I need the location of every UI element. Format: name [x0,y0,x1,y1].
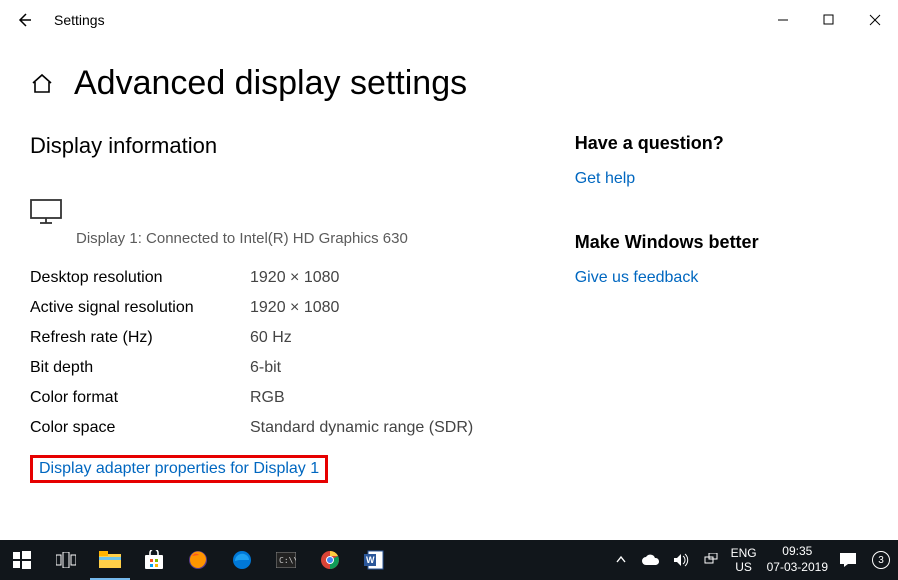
network-icon[interactable] [701,550,721,570]
lang-bot: US [731,560,757,574]
get-help-link[interactable]: Get help [575,170,635,188]
info-row: Refresh rate (Hz) 60 Hz [30,329,569,347]
adapter-link-highlight: Display adapter properties for Display 1 [30,455,328,483]
back-button[interactable] [0,0,48,40]
info-row: Bit depth 6-bit [30,359,569,377]
action-center-icon[interactable] [838,550,858,570]
onedrive-icon[interactable] [641,550,661,570]
store-icon[interactable] [132,540,176,580]
volume-icon[interactable] [671,550,691,570]
notification-badge[interactable]: 3 [872,551,890,569]
word-icon[interactable]: W [352,540,396,580]
info-key: Color format [30,389,250,407]
task-view-button[interactable] [44,540,88,580]
window-controls [760,0,898,40]
clock-time: 09:35 [767,544,828,560]
svg-text:W: W [366,555,375,565]
question-heading: Have a question? [575,133,868,154]
info-row: Color format RGB [30,389,569,407]
clock[interactable]: 09:35 07-03-2019 [767,544,828,575]
info-val: 1920 × 1080 [250,299,339,317]
info-key: Active signal resolution [30,299,250,317]
title-bar: Settings [0,0,898,40]
minimize-button[interactable] [760,0,806,40]
svg-text:C:\\: C:\\ [279,556,296,565]
app-title: Settings [48,12,105,28]
edge-icon[interactable] [220,540,264,580]
feedback-link[interactable]: Give us feedback [575,269,699,287]
info-val: RGB [250,389,285,407]
info-row: Color space Standard dynamic range (SDR) [30,419,569,437]
firefox-icon[interactable] [176,540,220,580]
info-key: Color space [30,419,250,437]
lang-top: ENG [731,546,757,560]
chrome-icon[interactable] [308,540,352,580]
page-title: Advanced display settings [74,64,467,103]
taskbar: C:\\ W ENG US 09:35 07-03-2019 3 [0,540,898,580]
start-button[interactable] [0,540,44,580]
monitor-icon [30,199,569,230]
display-adapter-link[interactable]: Display adapter properties for Display 1 [39,460,319,477]
cmd-icon[interactable]: C:\\ [264,540,308,580]
clock-date: 07-03-2019 [767,560,828,576]
info-val: Standard dynamic range (SDR) [250,419,473,437]
page-header: Advanced display settings [0,40,898,113]
info-val: 6-bit [250,359,281,377]
info-row: Desktop resolution 1920 × 1080 [30,269,569,287]
sidebar: Have a question? Get help Make Windows b… [569,133,868,483]
info-key: Refresh rate (Hz) [30,329,250,347]
close-button[interactable] [852,0,898,40]
info-key: Bit depth [30,359,250,377]
maximize-button[interactable] [806,0,852,40]
better-heading: Make Windows better [575,232,868,253]
display-subtitle: Display 1: Connected to Intel(R) HD Grap… [30,230,569,247]
info-key: Desktop resolution [30,269,250,287]
info-val: 1920 × 1080 [250,269,339,287]
main-content: Display information Display 1: Connected… [30,133,569,483]
section-heading: Display information [30,133,569,159]
info-row: Active signal resolution 1920 × 1080 [30,299,569,317]
home-icon[interactable] [30,72,54,96]
info-val: 60 Hz [250,329,292,347]
tray-overflow-icon[interactable] [611,550,631,570]
language-indicator[interactable]: ENG US [731,546,757,575]
file-explorer-icon[interactable] [88,540,132,580]
